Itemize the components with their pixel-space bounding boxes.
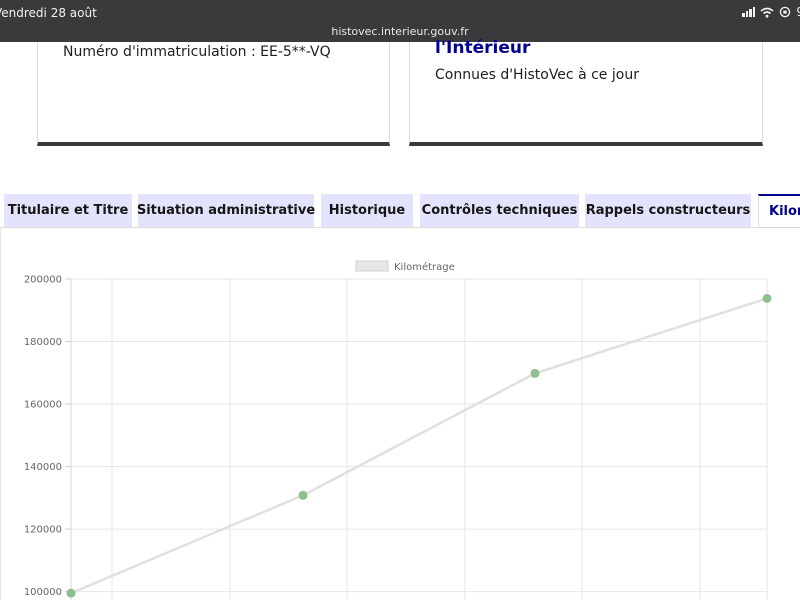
orientation-lock-icon	[780, 6, 791, 18]
data-point[interactable]	[762, 293, 772, 303]
battery-level: 9	[796, 5, 800, 19]
data-point[interactable]	[530, 368, 540, 378]
tab-controles-techniques[interactable]: Contrôles techniques	[420, 194, 579, 227]
y-tick-label: 100000	[24, 587, 62, 598]
legend-swatch	[355, 260, 389, 272]
wifi-icon	[760, 7, 774, 18]
series-line	[70, 297, 768, 595]
y-tick-label: 180000	[24, 337, 62, 348]
tab-historique[interactable]: Historique	[321, 194, 413, 227]
y-tick-label: 160000	[24, 400, 62, 411]
tab-bar: Titulaire et Titre Situation administrat…	[0, 194, 800, 227]
signal-icon	[742, 7, 756, 17]
data-point[interactable]	[66, 588, 76, 598]
tab-situation-administrative[interactable]: Situation administrative	[137, 194, 315, 227]
browser-top-bar: Vendredi 28 août 9 histovec.interieur.go…	[0, 0, 800, 42]
tab-titulaire[interactable]: Titulaire et Titre	[4, 194, 132, 227]
vehicle-card: Numéro d'immatriculation : EE-5**-VQ	[37, 42, 390, 146]
tab-kilometrage[interactable]: Kilom	[758, 194, 800, 227]
status-indicators: 9	[742, 5, 800, 19]
y-tick-label: 120000	[24, 525, 62, 536]
tab-panel-kilometrage: 100000 120000 140000 160000 180000 200000 Kil…	[0, 227, 800, 600]
url-bar[interactable]: histovec.interieur.gouv.fr	[0, 25, 800, 38]
registration-number: Numéro d'immatriculation : EE-5**-VQ	[63, 44, 331, 60]
source-card: l'Intérieur Connues d'HistoVec à ce jour	[409, 38, 763, 146]
mileage-chart: 100000 120000 140000 160000 180000 200000 Kil…	[24, 260, 772, 600]
legend-label: Kilométrage	[394, 261, 455, 273]
card-subtitle: Connues d'HistoVec à ce jour	[435, 67, 639, 83]
y-tick-label: 200000	[24, 275, 62, 286]
tab-rappels-constructeurs[interactable]: Rappels constructeurs	[585, 194, 751, 227]
card-title: l'Intérieur	[435, 38, 531, 58]
data-point[interactable]	[298, 490, 308, 500]
y-tick-label: 140000	[24, 462, 62, 473]
status-time: Vendredi 28 août	[0, 6, 97, 20]
